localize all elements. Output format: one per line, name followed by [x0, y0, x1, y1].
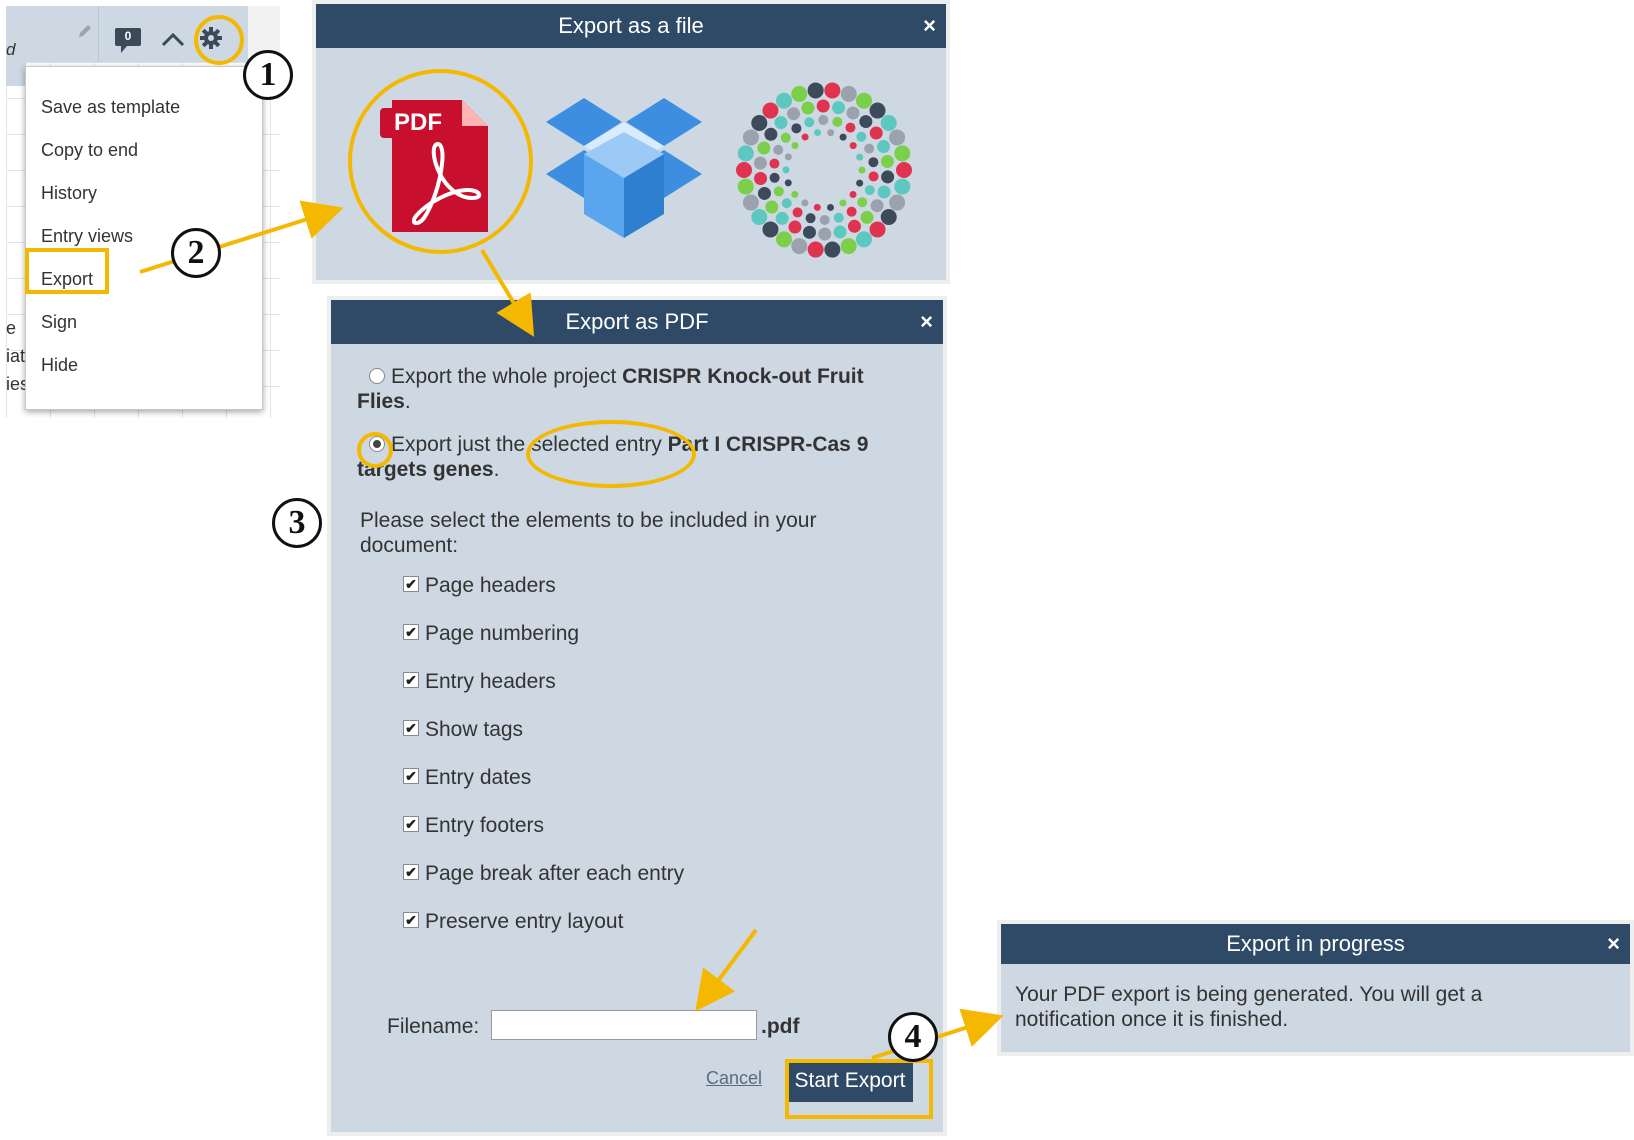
- arrow-pdf-to-pdf-dialog: [480, 248, 535, 337]
- arrow-export-to-file-dialog: [139, 200, 344, 274]
- annotation-arrows: [139, 200, 1004, 1060]
- step-badge-1: 1: [243, 50, 293, 100]
- step-badge-3: 3: [272, 498, 322, 548]
- step-badge-2: 2: [171, 228, 221, 278]
- step-badge-4: 4: [888, 1012, 938, 1062]
- arrow-to-filename: [695, 928, 758, 1012]
